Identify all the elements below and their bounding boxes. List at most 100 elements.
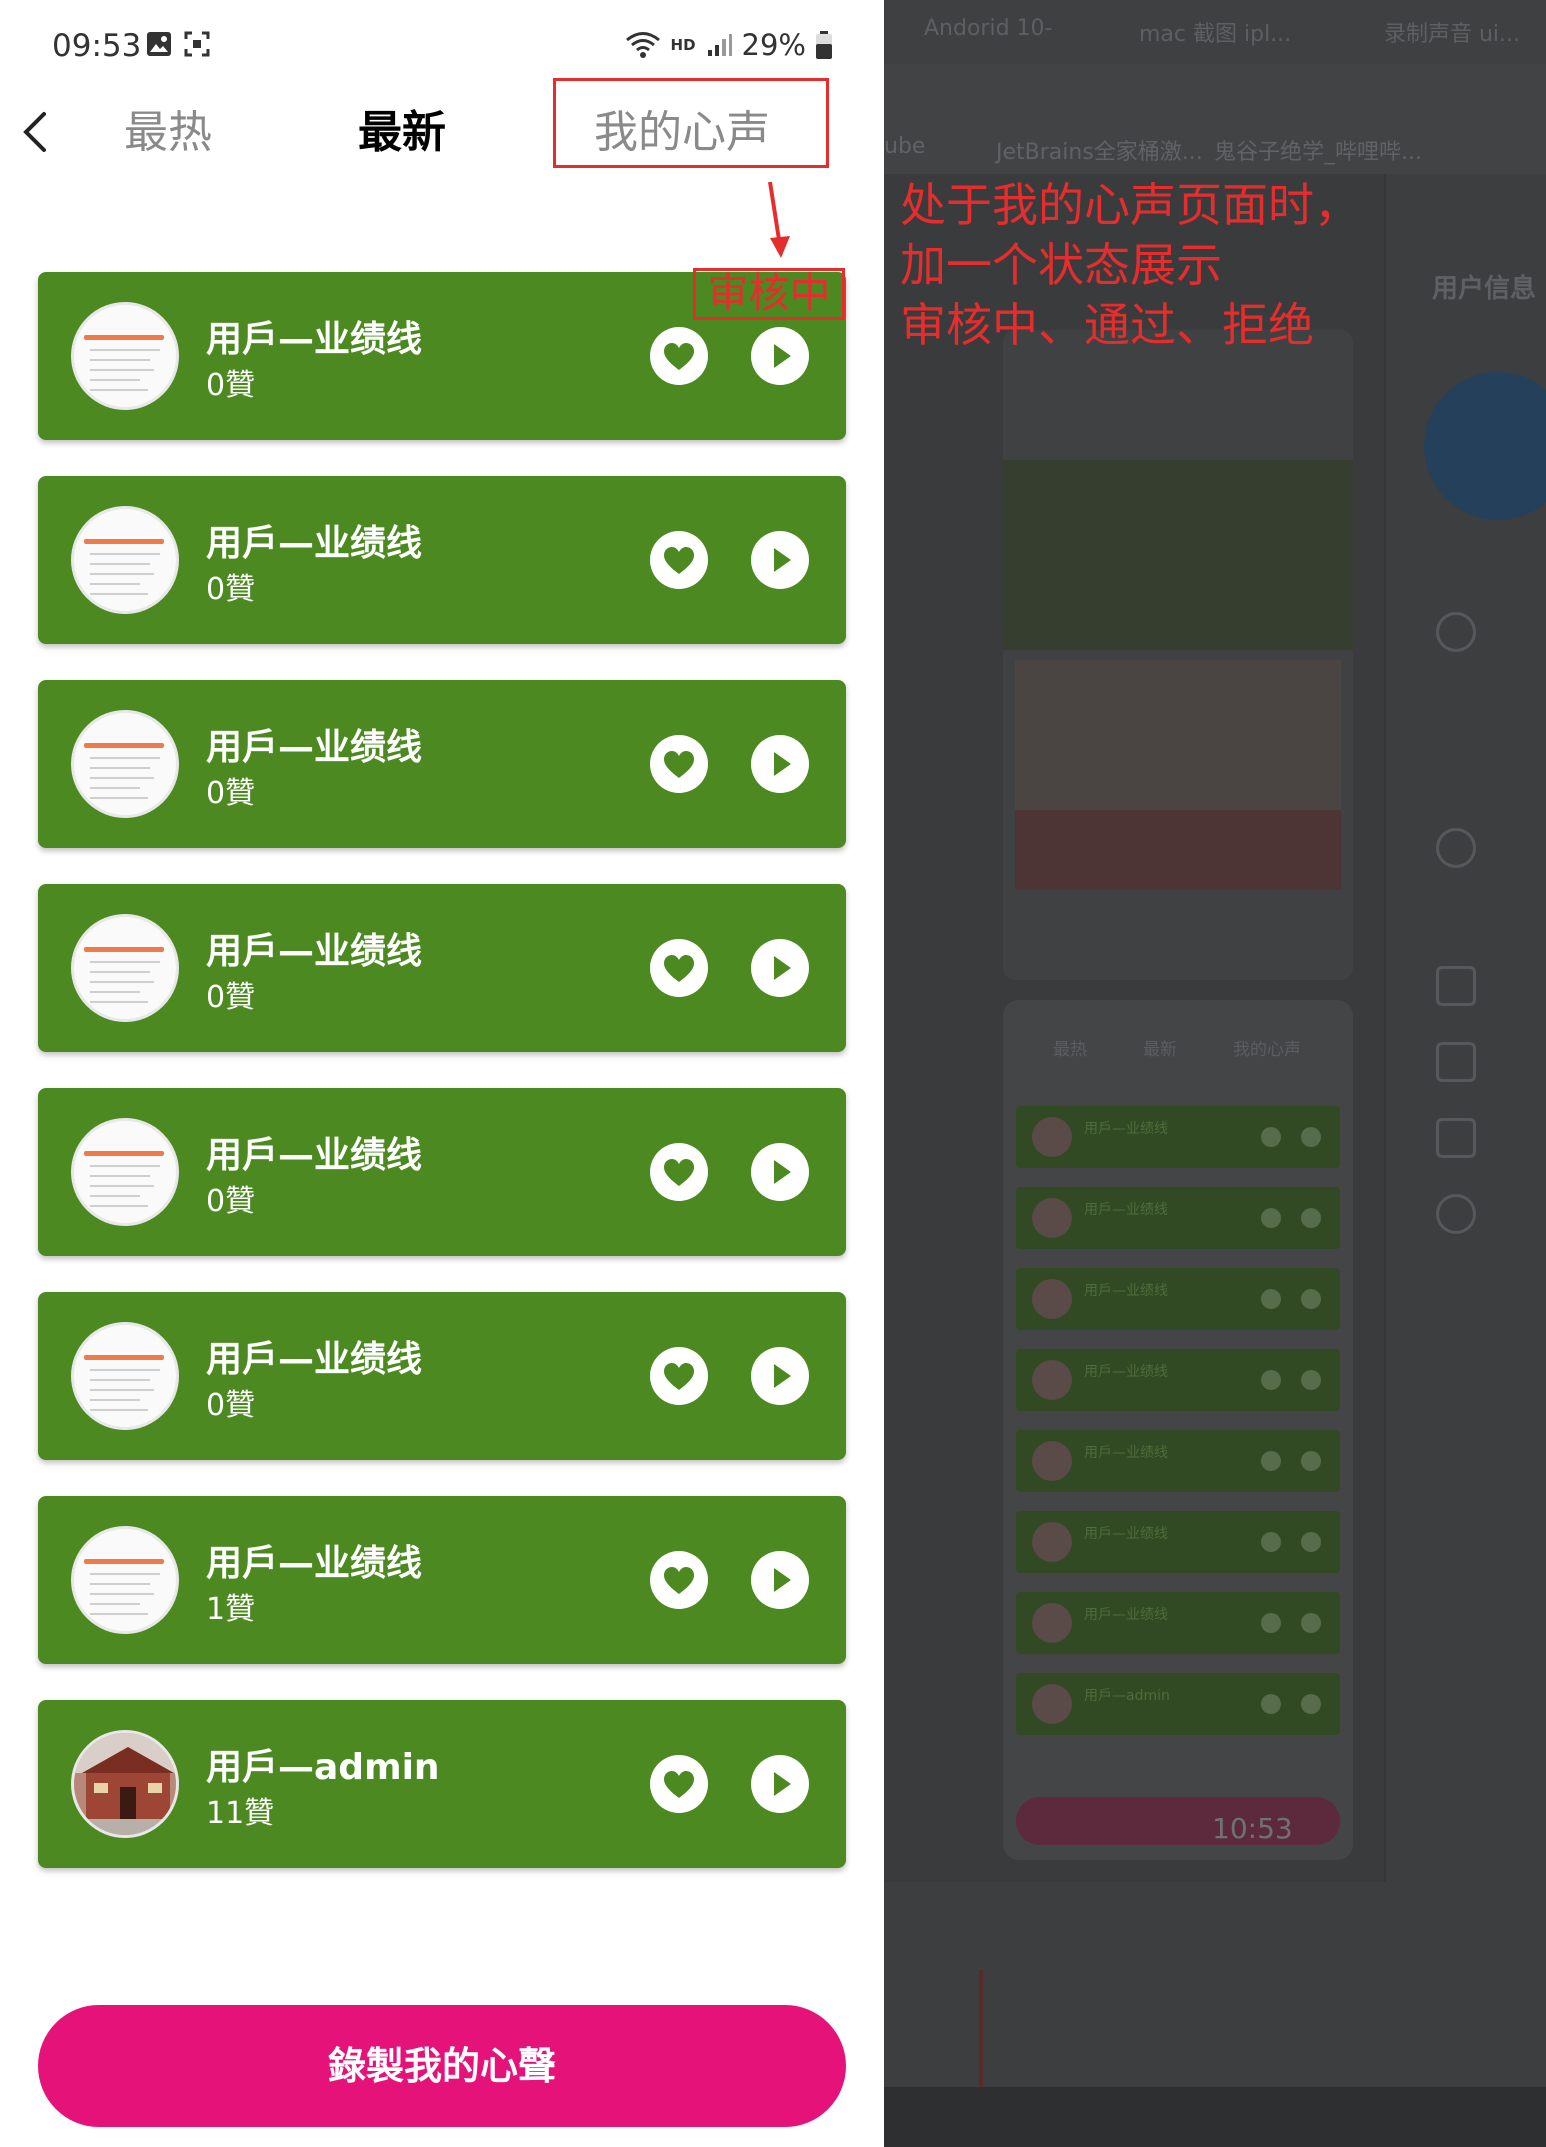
annotation-line: 审核中、通过、拒绝 — [900, 298, 1314, 352]
like-button[interactable] — [650, 939, 708, 997]
mini-tab: 我的心声 — [1233, 1040, 1301, 1060]
mini-row: 用戶—业绩线 — [1016, 1106, 1340, 1168]
play-icon — [774, 1160, 791, 1184]
link-icon — [1436, 1194, 1476, 1234]
mini-row: 用戶—业绩线 — [1016, 1268, 1340, 1330]
heart-icon — [664, 343, 694, 370]
info-icon — [1436, 612, 1476, 652]
building-photo — [74, 1733, 176, 1835]
play-button[interactable] — [751, 531, 809, 589]
play-icon — [774, 1364, 791, 1388]
heart-icon — [664, 1567, 694, 1594]
play-icon — [774, 1772, 791, 1796]
annotation-arrow — [768, 181, 790, 258]
mini-row: 用戶—业绩线 — [1016, 1430, 1340, 1492]
voice-card[interactable]: 用戶—业绩线 0贊 — [38, 884, 846, 1052]
like-button[interactable] — [650, 1347, 708, 1405]
browser-tab: mac 截图 ipl... — [1139, 22, 1292, 47]
heart-icon — [664, 751, 694, 778]
voice-card[interactable]: 用戶—业绩线 1贊 — [38, 1496, 846, 1664]
voice-user-name: 用戶—admin — [206, 1747, 440, 1788]
mini-row: 用戶—业绩线 — [1016, 1511, 1340, 1573]
heart-icon — [664, 1363, 694, 1390]
avatar — [71, 1118, 179, 1226]
taskbar — [884, 2087, 1546, 2147]
screenshot-thumbnail-list: 最热 最新 我的心声 用戶—业绩线 用戶—业绩线 用戶—业绩线 用戶—业绩线 用… — [1003, 1000, 1353, 1860]
voice-like-count: 1贊 — [206, 1592, 256, 1627]
file-icon — [1436, 1118, 1476, 1158]
bookmark-item: JetBrains全家桶激... — [996, 140, 1203, 165]
play-icon — [774, 752, 791, 776]
annotation-line: 处于我的心声页面时， — [900, 178, 1360, 232]
image-icon — [1436, 966, 1476, 1006]
voice-user-name: 用戶—业绩线 — [206, 727, 423, 768]
heart-icon — [664, 1771, 694, 1798]
play-icon — [774, 956, 791, 980]
like-button[interactable] — [650, 327, 708, 385]
voice-like-count: 0贊 — [206, 368, 256, 403]
avatar — [71, 302, 179, 410]
voice-user-name: 用戶—业绩线 — [206, 1135, 423, 1176]
like-button[interactable] — [650, 1551, 708, 1609]
avatar — [71, 914, 179, 1022]
avatar — [71, 506, 179, 614]
like-button[interactable] — [650, 735, 708, 793]
like-button[interactable] — [650, 1143, 708, 1201]
play-button[interactable] — [751, 1551, 809, 1609]
bell-icon — [1436, 828, 1476, 868]
heart-icon — [664, 1159, 694, 1186]
avatar — [71, 710, 179, 818]
mini-row: 用戶—业绩线 — [1016, 1187, 1340, 1249]
phone-screen: 09:53 HD 29% 最热 最新 我的心声 审核中 用戶—业绩线 0贊 用戶… — [0, 0, 884, 2147]
mini-row: 用戶—admin — [1016, 1673, 1340, 1735]
play-button[interactable] — [751, 1143, 809, 1201]
voice-like-count: 0贊 — [206, 572, 256, 607]
voice-card[interactable]: 用戶—业绩线 0贊 — [38, 1088, 846, 1256]
play-icon — [774, 344, 791, 368]
voice-user-name: 用戶—业绩线 — [206, 523, 423, 564]
chat-input-bar — [884, 1882, 1546, 2087]
play-button[interactable] — [751, 1347, 809, 1405]
avatar — [71, 1730, 179, 1838]
play-icon — [774, 548, 791, 572]
like-button[interactable] — [650, 531, 708, 589]
heart-icon — [664, 955, 694, 982]
voice-user-name: 用戶—业绩线 — [206, 1543, 423, 1584]
voice-like-count: 0贊 — [206, 1184, 256, 1219]
chat-timestamp: 10:53 — [1212, 1812, 1293, 1845]
voice-card[interactable]: 用戶—admin 11贊 — [38, 1700, 846, 1868]
mini-row: 用戶—业绩线 — [1016, 1592, 1340, 1654]
thumbnail-caption — [1015, 810, 1341, 890]
screenshot-thumbnail-top — [1003, 330, 1353, 980]
voice-card[interactable]: 用戶—业绩线 0贊 — [38, 476, 846, 644]
voice-card[interactable]: 用戶—业绩线 0贊 — [38, 1292, 846, 1460]
voice-like-count: 11贊 — [206, 1796, 275, 1831]
mini-row: 用戶—业绩线 — [1016, 1349, 1340, 1411]
voice-like-count: 0贊 — [206, 1388, 256, 1423]
play-button[interactable] — [751, 735, 809, 793]
play-button[interactable] — [751, 1755, 809, 1813]
user-info-title: 用户信息 — [1432, 274, 1537, 304]
bookmark-item: 鬼谷子绝学_哔哩哔... — [1214, 140, 1422, 165]
mini-tab: 最热 — [1053, 1040, 1087, 1060]
browser-tab: Andorid 10- — [924, 16, 1053, 41]
record-voice-button[interactable]: 錄製我的心聲 — [38, 2005, 846, 2127]
play-button[interactable] — [751, 327, 809, 385]
mini-tab: 最新 — [1143, 1040, 1177, 1060]
annotation-note: 处于我的心声页面时， 加一个状态展示 审核中、通过、拒绝 — [900, 175, 1360, 355]
video-icon — [1436, 1042, 1476, 1082]
voice-like-count: 0贊 — [206, 980, 256, 1015]
avatar — [71, 1526, 179, 1634]
like-button[interactable] — [650, 1755, 708, 1813]
divider — [979, 1970, 983, 2087]
avatar — [71, 1322, 179, 1430]
voice-user-name: 用戶—业绩线 — [206, 1339, 423, 1380]
play-button[interactable] — [751, 939, 809, 997]
browser-tab: 录制声音 ui... — [1384, 22, 1521, 47]
voice-like-count: 0贊 — [206, 776, 256, 811]
voice-user-name: 用戶—业绩线 — [206, 319, 423, 360]
review-status-badge: 审核中 — [693, 268, 845, 320]
voice-card[interactable]: 用戶—业绩线 0贊 — [38, 680, 846, 848]
play-icon — [774, 1568, 791, 1592]
bookmark-item: ube — [884, 134, 926, 159]
